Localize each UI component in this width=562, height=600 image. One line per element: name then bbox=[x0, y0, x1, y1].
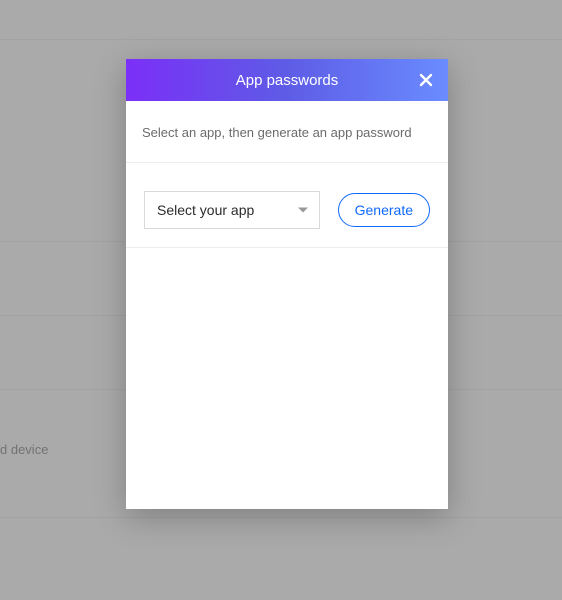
generate-button[interactable]: Generate bbox=[338, 193, 430, 227]
modal-header: App passwords bbox=[126, 59, 448, 101]
close-button[interactable] bbox=[412, 66, 440, 94]
close-icon bbox=[418, 72, 434, 88]
instruction-section: Select an app, then generate an app pass… bbox=[126, 101, 448, 163]
app-passwords-modal: App passwords Select an app, then genera… bbox=[126, 59, 448, 509]
app-select-wrap: Select your app bbox=[144, 191, 320, 229]
modal-title: App passwords bbox=[236, 72, 339, 89]
app-select[interactable]: Select your app bbox=[144, 191, 320, 229]
modal-empty-area bbox=[126, 248, 448, 509]
app-select-value: Select your app bbox=[157, 202, 254, 218]
instruction-text: Select an app, then generate an app pass… bbox=[142, 125, 432, 140]
form-row: Select your app Generate bbox=[126, 163, 448, 248]
